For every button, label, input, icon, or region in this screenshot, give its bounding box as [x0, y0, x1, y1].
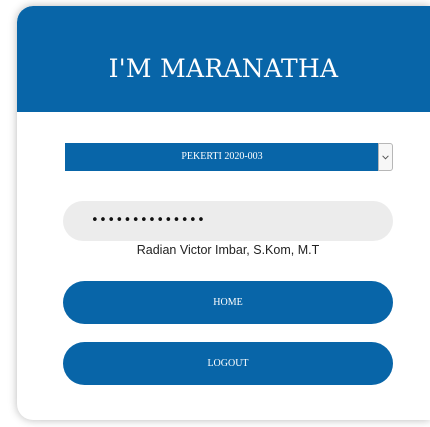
logout-button[interactable]: LOGOUT — [63, 342, 393, 385]
home-button[interactable]: HOME — [63, 281, 393, 324]
select-toggle[interactable] — [378, 143, 393, 171]
app-title: I'M MARANATHA — [108, 54, 339, 83]
password-field[interactable]: •••••••••••••• — [63, 201, 393, 241]
course-select[interactable]: PEKERTI 2020-003 — [65, 143, 393, 171]
course-select-value[interactable]: PEKERTI 2020-003 — [65, 143, 379, 171]
login-card: I'M MARANATHA PEKERTI 2020-003 •••••••••… — [17, 6, 430, 420]
card-header: I'M MARANATHA — [17, 6, 430, 112]
chevron-down-icon — [382, 154, 389, 160]
user-name: Radian Victor Imbar, S.Kom, M.T — [136, 243, 320, 257]
